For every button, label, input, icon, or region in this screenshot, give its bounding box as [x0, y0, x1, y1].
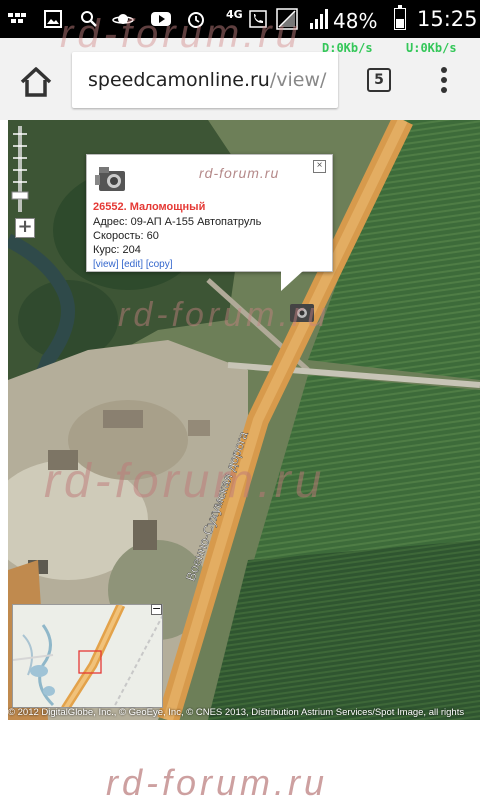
url-bar[interactable]: speedcamonline.ru/view/ [72, 52, 338, 108]
bbm-icon [6, 9, 28, 29]
copy-link[interactable]: [copy] [146, 259, 173, 270]
camera-speed: Скорость: 60 [93, 230, 159, 242]
battery-percent: 48% [333, 9, 378, 33]
view-link[interactable]: [view] [93, 259, 119, 270]
popup-watermark: rd-forum.ru [199, 165, 280, 181]
phone-icon [247, 9, 269, 29]
url-path: /view/ [269, 69, 327, 91]
camera-marker-icon[interactable] [290, 304, 314, 322]
download-speed: D:0Kb/s [322, 41, 373, 55]
menu-button[interactable] [432, 64, 456, 96]
image-icon [42, 9, 64, 29]
popup-close-button[interactable]: × [313, 160, 326, 173]
camera-address: Адрес: 09-АП А-155 Автопатруль [93, 216, 262, 228]
home-button[interactable] [16, 62, 56, 102]
zoom-handle [11, 191, 29, 200]
camera-info-popup: × rd-forum.ru 26552. Маломощный Адрес: 0… [86, 154, 333, 291]
edit-link[interactable]: [edit] [121, 259, 143, 270]
tab-switcher-button[interactable]: 5 [367, 68, 391, 92]
alarm-icon [185, 9, 207, 29]
battery-icon [394, 5, 406, 30]
no-sim-icon [276, 8, 298, 30]
signal-icon [308, 8, 330, 30]
overview-minimap[interactable] [12, 604, 163, 708]
camera-course: Курс: 204 [93, 244, 141, 256]
minimap-minimize-button[interactable]: − [151, 603, 162, 615]
search-icon [78, 9, 100, 29]
url-domain: speedcamonline.ru [88, 69, 270, 91]
zoom-slider[interactable] [10, 126, 30, 212]
popup-links: [view] [edit] [copy] [93, 259, 173, 270]
camera-icon [95, 165, 129, 193]
camera-title: 26552. Маломощный [93, 201, 206, 213]
saturn-icon [112, 9, 134, 29]
clock: 15:25 [417, 7, 478, 31]
zoom-in-button[interactable]: + [15, 218, 35, 238]
map-copyright: © 2012 DigitalGlobe, Inc., © GeoEye, Inc… [8, 707, 465, 718]
home-icon [20, 67, 52, 97]
upload-speed: U:0Kb/s [406, 41, 457, 55]
watermark-bottom: rd-forum.ru [106, 762, 329, 803]
youtube-icon [150, 9, 172, 29]
network-type: 4G [226, 7, 243, 21]
status-bar: 4G 48% 15:25 [0, 0, 480, 38]
